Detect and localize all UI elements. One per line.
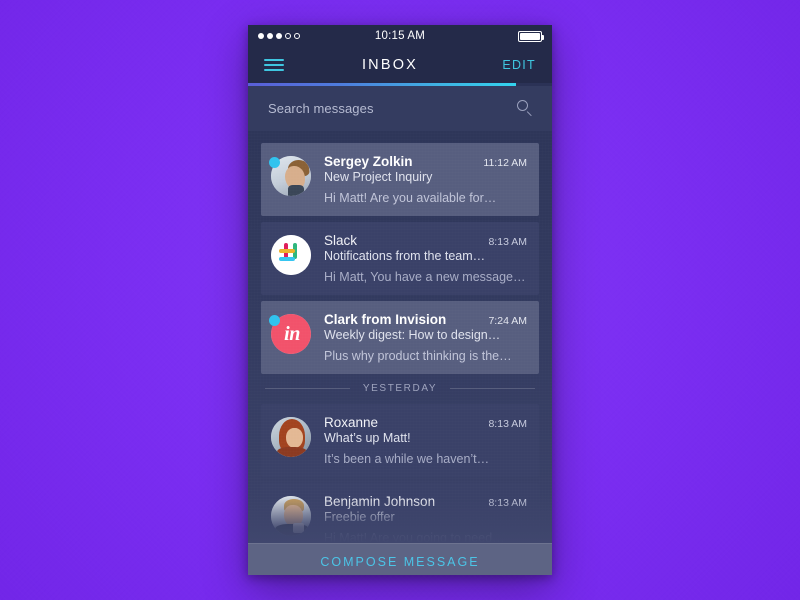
search-input[interactable]: [266, 100, 517, 117]
message-list-container[interactable]: Sergey Zolkin 11:12 AM New Project Inqui…: [248, 131, 552, 543]
message-sender: Benjamin Johnson: [324, 494, 436, 509]
page-title: INBOX: [361, 57, 419, 73]
avatar-photo-woman-redhair: [271, 417, 311, 457]
progress-bar: [248, 83, 552, 86]
message-preview: Plus why product thinking is the…: [324, 349, 512, 363]
battery-full-icon: [518, 30, 544, 42]
message-row-benjamin-johnson[interactable]: Benjamin Johnson 8:13 AM Freebie offer H…: [261, 483, 539, 543]
message-preview: Hi Matt! Are you available for…: [324, 191, 497, 205]
message-time: 11:12 AM: [483, 157, 527, 169]
message-row-slack[interactable]: Slack 8:13 AM Notifications from the tea…: [261, 222, 539, 295]
message-time: 8:13 AM: [488, 497, 527, 509]
status-bar-time: 10:15 AM: [374, 30, 426, 42]
phone-mockup: 10:15 AM INBOX EDIT Search messages Serg…: [248, 25, 552, 575]
message-sender: Sergey Zolkin: [324, 154, 413, 169]
message-row-roxanne[interactable]: Roxanne 8:13 AM What’s up Matt! It’s bee…: [261, 404, 539, 477]
message-subject: What’s up Matt!: [324, 431, 411, 445]
unread-badge-icon: [269, 315, 280, 326]
status-bar-right: [452, 30, 544, 42]
message-row-clark-from-invision[interactable]: in Clark from Invision 7:24 AM Weekly di…: [261, 301, 539, 374]
message-list: Sergey Zolkin 11:12 AM New Project Inqui…: [248, 131, 552, 543]
message-preview: It’s been a while we haven’t…: [324, 452, 490, 466]
status-bar: 10:15 AM: [248, 25, 552, 47]
message-subject: Freebie offer: [324, 510, 395, 524]
message-time: 7:24 AM: [488, 315, 527, 327]
message-preview: Hi Matt, You have a new message…: [324, 270, 526, 284]
signal-dot-1: [258, 33, 264, 39]
message-sender: Roxanne: [324, 415, 379, 430]
divider-label: YESTERDAY: [362, 383, 438, 394]
message-sender: Slack: [324, 233, 358, 248]
signal-dot-2: [267, 33, 273, 39]
edit-button[interactable]: EDIT: [496, 58, 536, 72]
message-sender: Clark from Invision: [324, 312, 447, 327]
signal-dot-4: [285, 33, 291, 39]
signal-dot-3: [276, 33, 282, 39]
signal-strength-indicator: [258, 33, 348, 39]
hamburger-menu-icon[interactable]: [264, 56, 284, 74]
message-subject: New Project Inquiry: [324, 170, 433, 184]
avatar: [269, 156, 311, 196]
avatar: in: [269, 314, 311, 354]
avatar: [271, 417, 311, 457]
signal-dot-5: [294, 33, 300, 39]
message-time: 8:13 AM: [488, 236, 527, 248]
message-subject: Weekly digest: How to design…: [324, 328, 501, 342]
avatar-photo-man-glasses: [271, 496, 311, 536]
divider-line-left: [265, 388, 350, 389]
search-bar[interactable]: [248, 86, 552, 131]
compose-message-label: COMPOSE MESSAGE: [320, 554, 480, 569]
unread-badge-icon: [269, 157, 280, 168]
avatar: [271, 235, 311, 275]
navigation-bar: INBOX EDIT: [248, 47, 552, 83]
slack-logo-icon: [271, 235, 311, 275]
avatar: [271, 496, 311, 536]
message-row-sergey-zolkin[interactable]: Sergey Zolkin 11:12 AM New Project Inqui…: [261, 143, 539, 216]
section-divider-yesterday: YESTERDAY: [265, 383, 536, 394]
message-subject: Notifications from the team…: [324, 249, 486, 263]
divider-line-right: [450, 388, 536, 389]
message-time: 8:13 AM: [488, 418, 527, 430]
compose-message-button[interactable]: COMPOSE MESSAGE: [248, 543, 552, 575]
search-icon[interactable]: [517, 100, 534, 117]
message-preview: Hi Matt! Are you going to need…: [324, 531, 505, 543]
